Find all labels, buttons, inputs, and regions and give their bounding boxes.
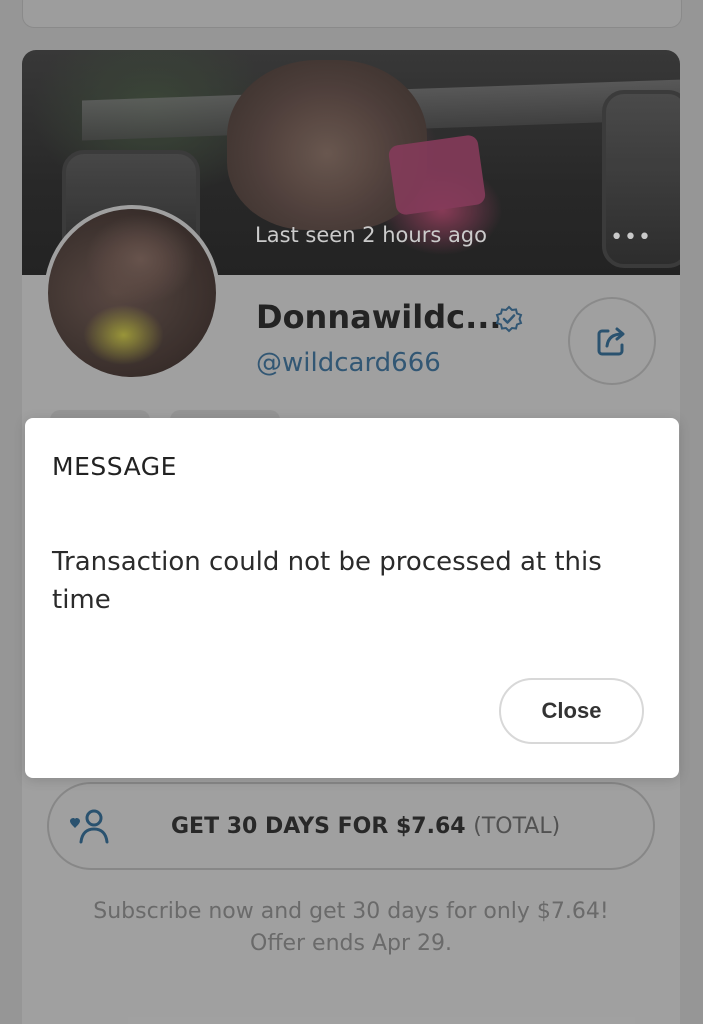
message-dialog: MESSAGE Transaction could not be process… xyxy=(25,418,679,778)
page: Last seen 2 hours ago ••• Donnawildc... … xyxy=(0,0,703,1024)
dialog-title: MESSAGE xyxy=(52,452,177,481)
close-button[interactable]: Close xyxy=(499,678,644,744)
dialog-message: Transaction could not be processed at th… xyxy=(52,547,602,615)
